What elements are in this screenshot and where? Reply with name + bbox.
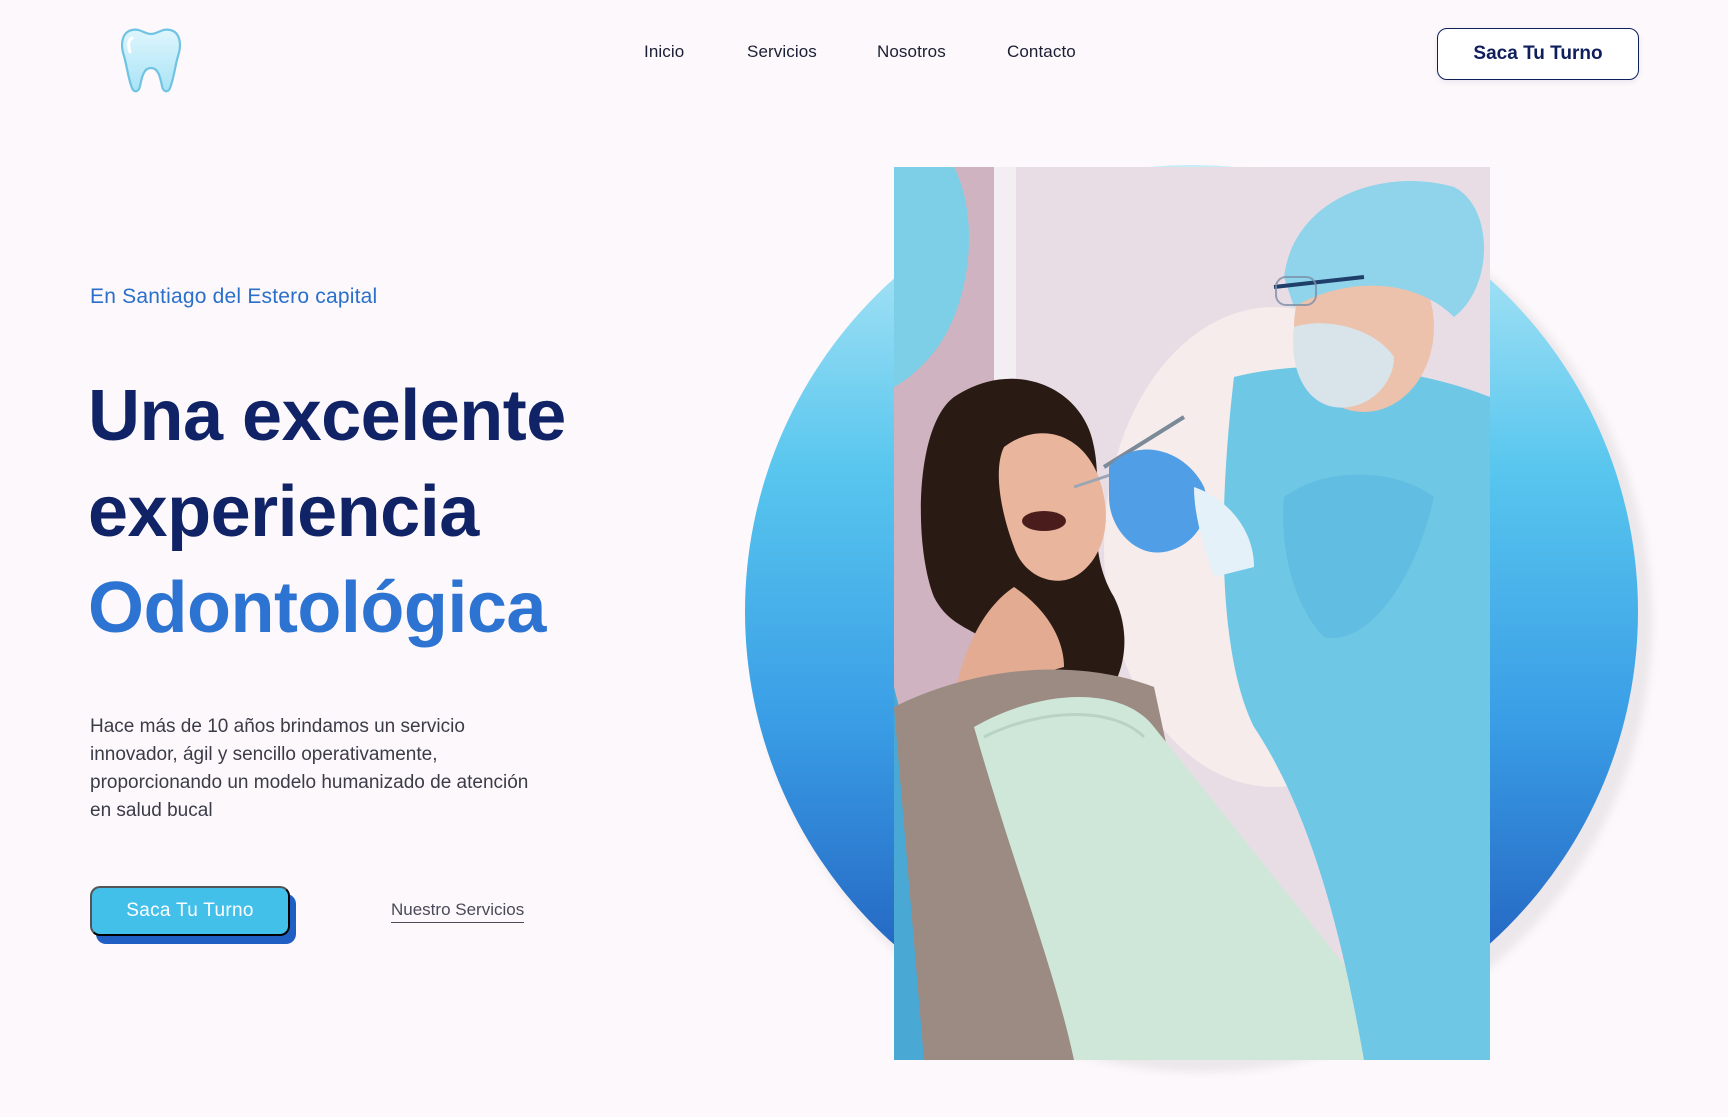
hero-headline: Una excelente experiencia Odontológica	[88, 368, 708, 656]
tooth-logo-icon[interactable]	[118, 26, 184, 94]
nav-servicios[interactable]: Servicios	[747, 42, 817, 62]
nav-inicio[interactable]: Inicio	[644, 42, 684, 62]
hero-description: Hace más de 10 años brindamos un servici…	[90, 716, 529, 821]
dentist-patient-photo	[894, 167, 1490, 1060]
hero-cta-wrapper: Saca Tu Turno	[90, 886, 296, 944]
location-eyebrow: En Santiago del Estero capital	[90, 285, 378, 308]
headline-line-2: experiencia	[88, 472, 479, 552]
nav-contacto[interactable]: Contacto	[1007, 42, 1076, 62]
hero-book-appointment-button[interactable]: Saca Tu Turno	[90, 886, 290, 936]
nav-nosotros[interactable]: Nosotros	[877, 42, 946, 62]
header-book-appointment-button[interactable]: Saca Tu Turno	[1437, 28, 1639, 80]
headline-line-1: Una excelente	[88, 376, 566, 456]
headline-line-3: Odontológica	[88, 568, 546, 648]
our-services-link[interactable]: Nuestro Servicios	[391, 900, 525, 923]
